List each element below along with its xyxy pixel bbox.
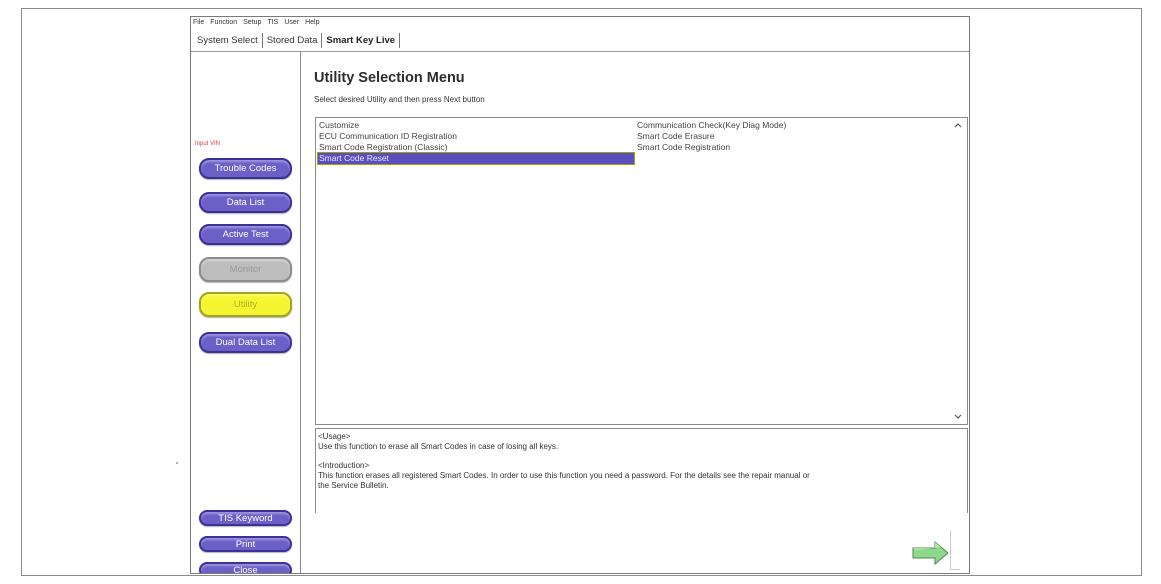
list-item-communication-check[interactable]: Communication Check(Key Diag Mode) [636,120,946,131]
utility-list-left-column: Customize ECU Communication ID Registrat… [317,120,635,165]
menu-user[interactable]: User [284,19,299,31]
intro-header: <Introduction> [318,461,370,470]
chevron-up-icon[interactable] [954,121,962,130]
dual-data-list-button[interactable]: Dual Data List [199,332,292,353]
list-item-smart-code-registration-classic[interactable]: Smart Code Registration (Classic) [318,142,634,153]
tis-keyword-button[interactable]: TIS Keyword [199,510,292,526]
page-subtitle: Select desired Utility and then press Ne… [314,95,485,104]
next-button-frame [950,530,960,570]
page-title: Utility Selection Menu [314,70,465,86]
usage-text: Use this function to erase all Smart Cod… [318,442,559,451]
menu-setup[interactable]: Setup [243,19,261,31]
intro-text-1: This function erases all registered Smar… [318,471,810,480]
utility-list-right-column: Communication Check(Key Diag Mode) Smart… [636,120,946,153]
utility-button[interactable]: Utility [199,292,292,317]
menu-bar: File Function Setup TIS User Help [193,19,320,31]
main-panel: Utility Selection Menu Select desired Ut… [302,52,969,573]
intro-text-2: the Service Bulletin. [318,481,389,490]
tab-stored-data[interactable]: Stored Data [263,33,323,48]
trouble-codes-button[interactable]: Trouble Codes [199,158,292,179]
description-panel: <Usage> Use this function to erase all S… [315,428,968,513]
data-list-button[interactable]: Data List [199,192,292,213]
list-item-customize[interactable]: Customize [318,120,634,131]
next-button[interactable] [911,538,951,568]
usage-header: <Usage> [318,432,351,441]
menu-file[interactable]: File [193,19,204,31]
chevron-down-icon[interactable] [954,412,962,421]
input-vin-link[interactable]: Input VIN [195,141,220,147]
utility-list[interactable]: Customize ECU Communication ID Registrat… [315,117,968,425]
close-button[interactable]: Close [199,562,292,573]
print-button[interactable]: Print [199,536,292,552]
tab-smart-key-live[interactable]: Smart Key Live [322,33,401,48]
app-window: File Function Setup TIS User Help System… [190,16,970,574]
list-item-smart-code-registration[interactable]: Smart Code Registration [636,142,946,153]
list-item-smart-code-reset[interactable]: Smart Code Reset [317,152,635,165]
list-item-smart-code-erasure[interactable]: Smart Code Erasure [636,131,946,142]
menu-help[interactable]: Help [305,19,319,31]
list-item-ecu-communication-id-registration[interactable]: ECU Communication ID Registration [318,131,634,142]
active-test-button[interactable]: Active Test [199,224,292,245]
monitor-button[interactable]: Monitor [199,257,292,282]
tab-system-select[interactable]: System Select [193,33,263,48]
menu-function[interactable]: Function [210,19,237,31]
next-arrow-icon [912,540,949,566]
tab-bar: System Select Stored Data Smart Key Live [193,32,401,49]
sidebar: Input VIN Trouble Codes Data List Active… [191,52,301,573]
stray-dot [176,462,178,464]
menu-tis[interactable]: TIS [267,19,278,31]
